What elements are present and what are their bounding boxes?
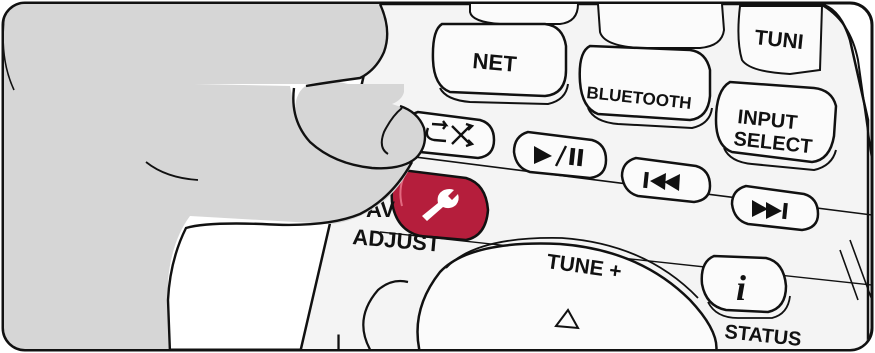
top-partial-button-left[interactable] [469,4,579,25]
play-pause-button[interactable] [512,130,608,180]
top-partial-button-right[interactable] [597,4,726,49]
left-partial-mark: | [336,332,341,352]
tuner-button[interactable]: TUNI [737,5,824,76]
net-button[interactable]: NET [431,22,569,106]
net-button-label: NET [472,48,519,77]
illustration-remote-control: TUNI NET BLUETOOTH INPUT SELECT AV ADJUS… [1,1,874,352]
info-icon: i [736,268,746,308]
